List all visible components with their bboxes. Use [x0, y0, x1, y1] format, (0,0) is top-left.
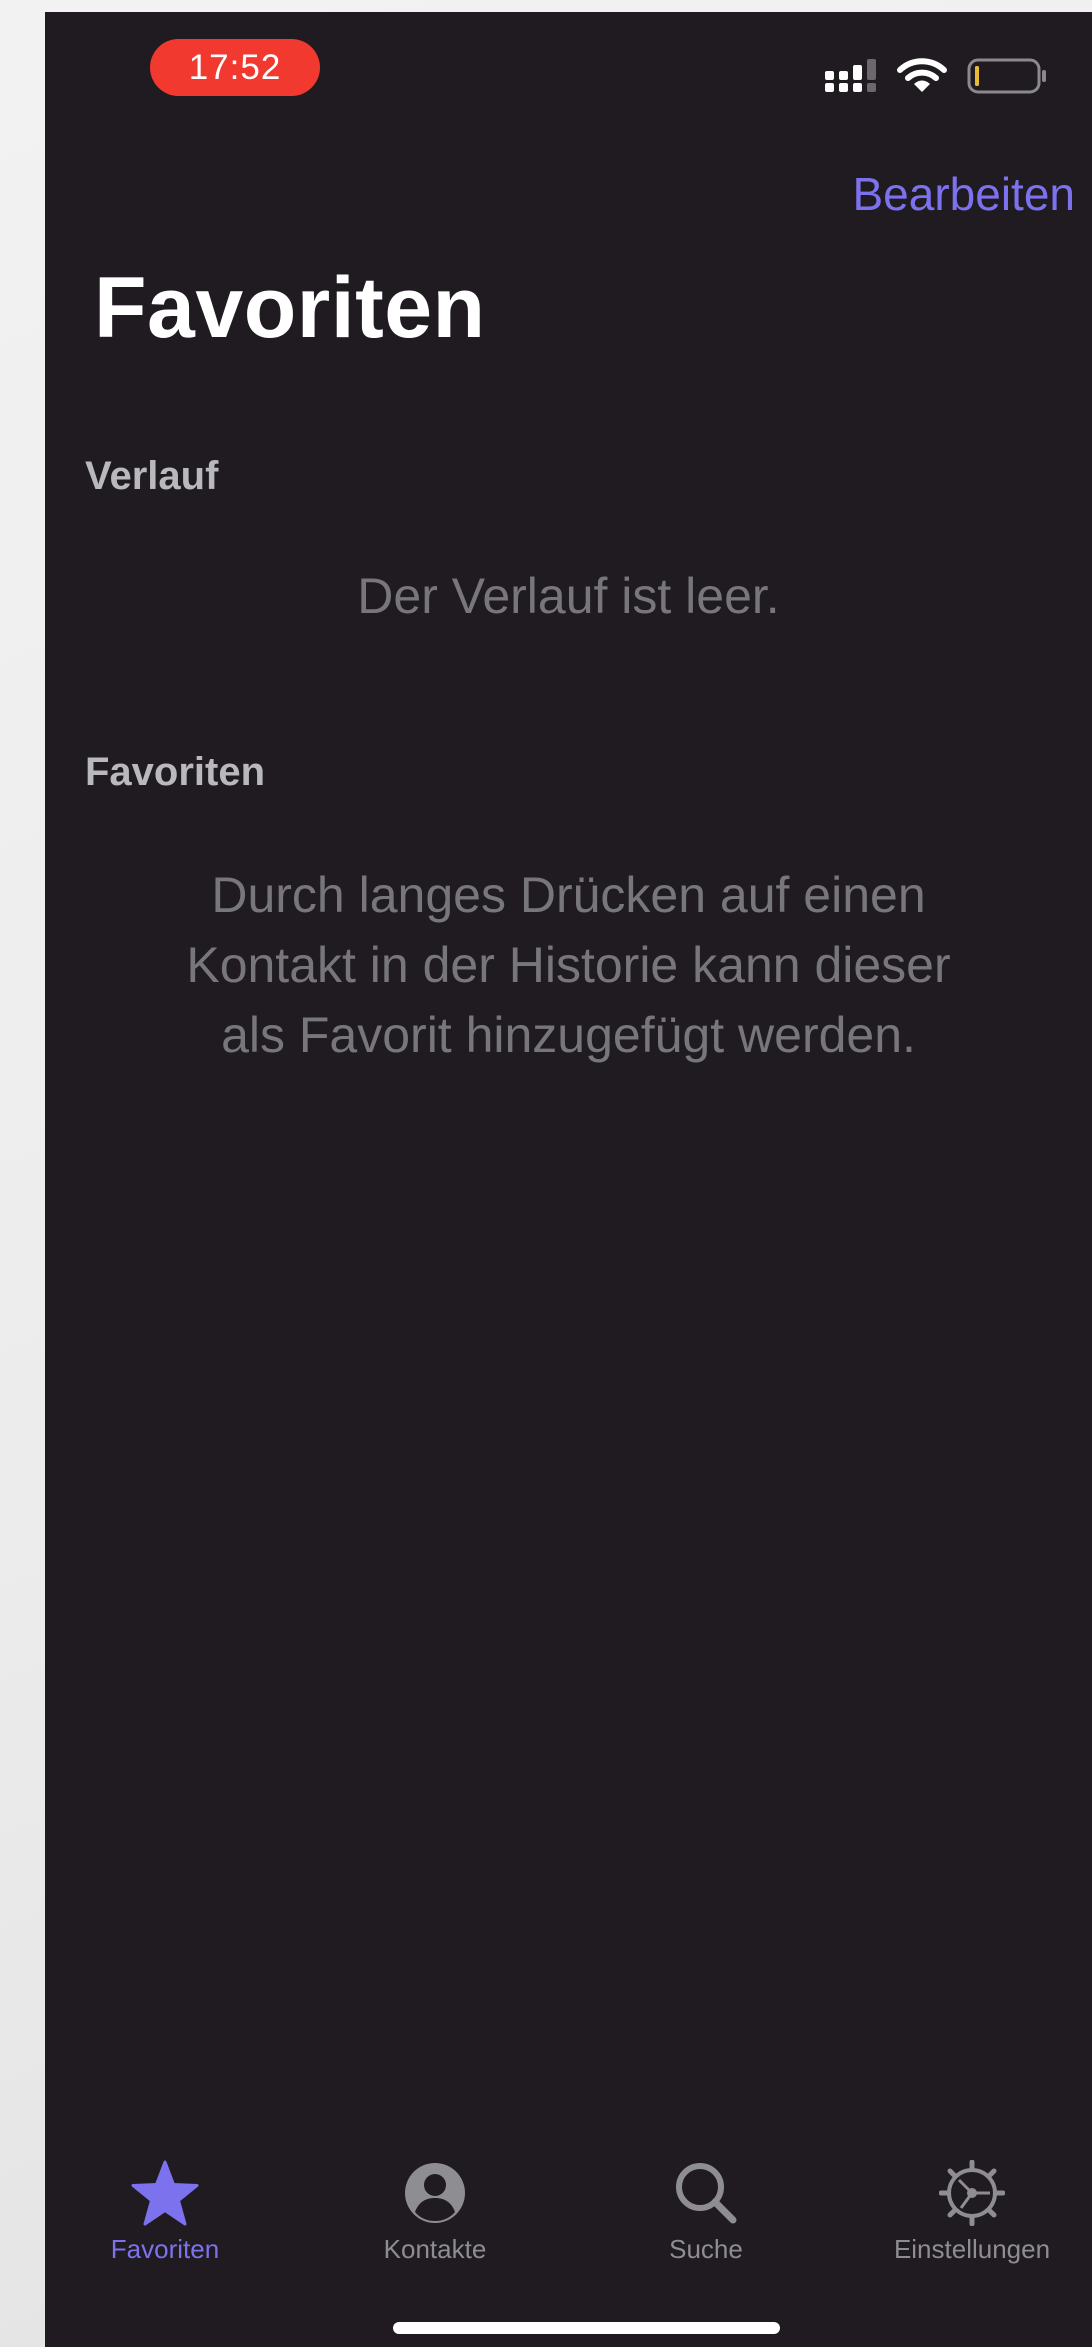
page-title: Favoriten: [94, 260, 486, 356]
tab-suche[interactable]: Suche: [586, 2160, 826, 2290]
favorites-empty-line: Kontakt in der Historie kann dieser: [186, 937, 951, 993]
tab-kontakte[interactable]: Kontakte: [315, 2160, 555, 2290]
tab-einstellungen[interactable]: Einstellungen: [852, 2160, 1092, 2290]
gear-icon: [939, 2160, 1005, 2226]
search-icon: [676, 2163, 737, 2224]
tab-label: Einstellungen: [893, 2234, 1051, 2264]
tab-label: Favoriten: [110, 2234, 220, 2264]
tab-bar: Favoriten Kontakte Suche Einstellungen: [45, 2160, 1092, 2290]
history-section-header: Verlauf: [85, 454, 219, 498]
favorites-empty-line: Durch langes Drücken auf einen: [211, 867, 926, 923]
favorites-empty-message: Durch langes Drücken auf einen Kontakt i…: [45, 860, 1092, 1070]
history-empty-message: Der Verlauf ist leer.: [357, 568, 780, 624]
wifi-icon: [897, 58, 947, 92]
signal-icon: [825, 59, 876, 92]
favorites-section-header: Favoriten: [85, 750, 266, 794]
battery-icon: [967, 58, 1046, 94]
tab-favoriten[interactable]: Favoriten: [45, 2160, 285, 2290]
star-icon: [131, 2160, 199, 2226]
phone-screen: 17:52 Bearbeiten Favoriten Verlauf Der V…: [45, 12, 1092, 2347]
status-time: 17:52: [150, 39, 320, 96]
home-indicator[interactable]: [393, 2322, 780, 2334]
tab-label: Kontakte: [383, 2234, 487, 2264]
tab-label: Suche: [669, 2234, 743, 2264]
edit-button[interactable]: Bearbeiten: [853, 167, 1076, 221]
favorites-empty-line: als Favorit hinzugefügt werden.: [221, 1007, 916, 1063]
person-circle-icon: [405, 2163, 465, 2223]
